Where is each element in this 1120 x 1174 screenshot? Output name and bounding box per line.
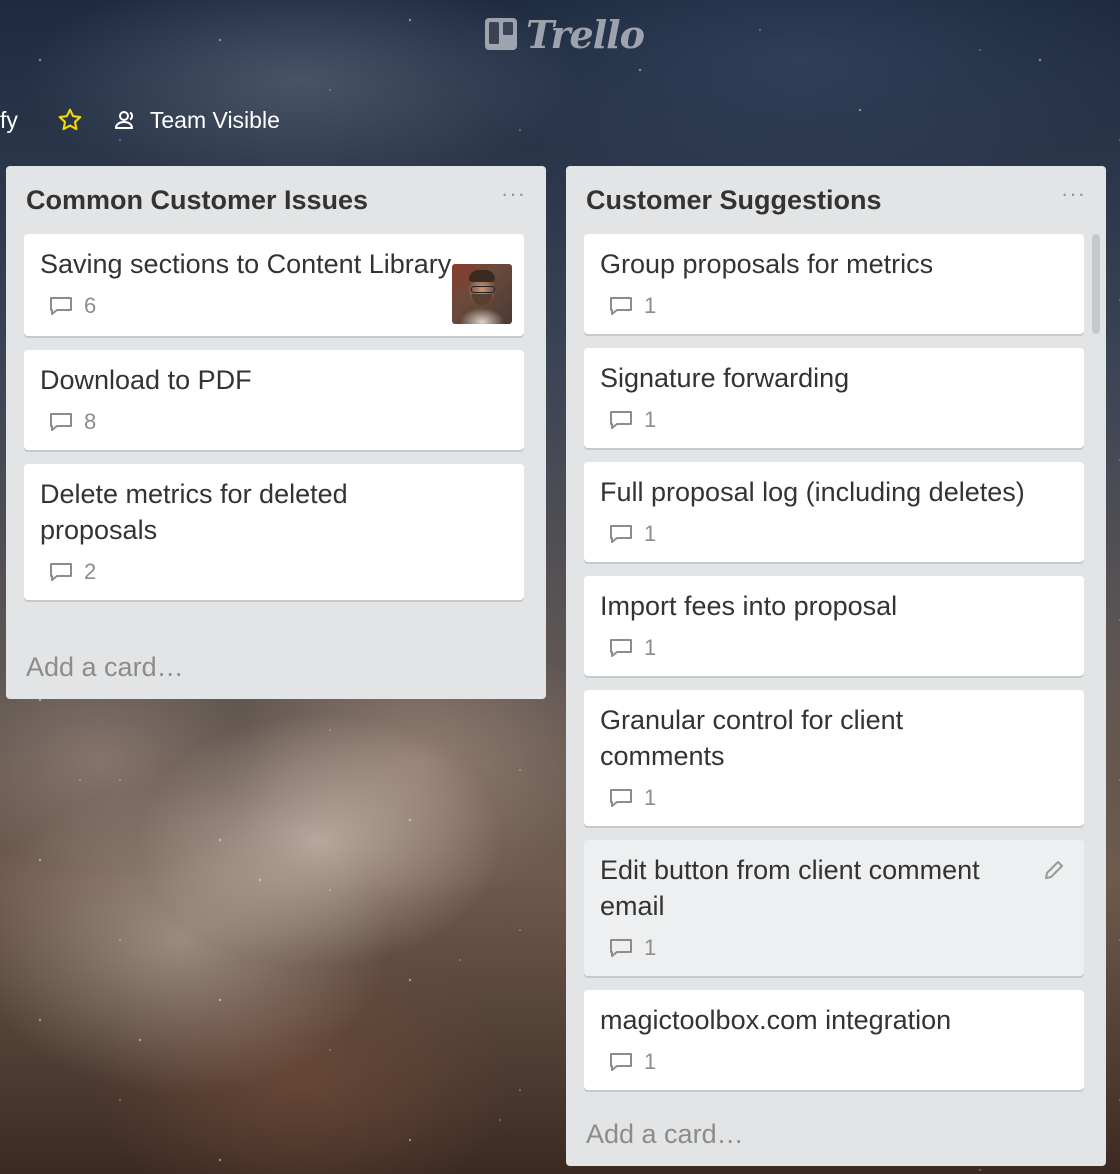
comment-count: 8 <box>84 409 97 434</box>
comment-count: 2 <box>84 559 97 584</box>
card-badges: 6 <box>40 292 508 320</box>
card-badges: 1 <box>600 520 1068 548</box>
card[interactable]: Download to PDF 8 <box>24 350 524 450</box>
logo-text: Trello <box>526 11 645 57</box>
comment-icon <box>50 413 72 431</box>
card-title: Import fees into proposal <box>600 591 898 621</box>
card-title: Edit button from client comment email <box>600 855 980 921</box>
comment-count: 1 <box>644 1049 657 1074</box>
card[interactable]: Edit button from client comment email 1 <box>584 840 1084 976</box>
trello-logo[interactable]: Trello <box>484 11 645 57</box>
card-title: Download to PDF <box>40 365 252 395</box>
card-badges: 2 <box>40 558 508 586</box>
list-title[interactable]: Customer Suggestions <box>586 185 882 216</box>
card[interactable]: Delete metrics for deleted proposals 2 <box>24 464 524 600</box>
comment-icon <box>610 639 632 657</box>
card-title: magictoolbox.com integration <box>600 1005 952 1035</box>
card-title: Delete metrics for deleted proposals <box>40 479 348 545</box>
card-badges: 1 <box>600 934 1068 962</box>
list-header: Common Customer Issues ··· <box>26 183 526 216</box>
comment-count: 6 <box>84 293 97 318</box>
list-common-customer-issues: Common Customer Issues ··· Saving sectio… <box>6 166 546 699</box>
avatar-hair <box>469 270 495 282</box>
avatar-glasses <box>471 286 495 293</box>
card[interactable]: Signature forwarding 1 <box>584 348 1084 448</box>
comment-icon <box>610 525 632 543</box>
comment-count: 1 <box>644 635 657 660</box>
comment-icon <box>610 789 632 807</box>
list-scrollbar[interactable] <box>1092 234 1100 334</box>
list-header: Customer Suggestions ··· <box>586 183 1086 216</box>
card-badges: 1 <box>600 1048 1068 1076</box>
card-title: Granular control for client comments <box>600 705 904 771</box>
comment-count: 1 <box>644 521 657 546</box>
comment-count: 1 <box>644 785 657 810</box>
card-list: Group proposals for metrics 1 Signature … <box>584 234 1084 1098</box>
star-button[interactable] <box>56 106 84 134</box>
comment-icon <box>610 939 632 957</box>
comment-count: 1 <box>644 293 657 318</box>
comment-icon <box>610 411 632 429</box>
comment-count: 1 <box>644 407 657 432</box>
list-customer-suggestions: Customer Suggestions ··· Group proposals… <box>566 166 1106 1166</box>
card-title: Signature forwarding <box>600 363 850 393</box>
card[interactable]: magictoolbox.com integration 1 <box>584 990 1084 1090</box>
card-title: Full proposal log (including deletes) <box>600 477 1025 507</box>
card[interactable]: Granular control for client comments 1 <box>584 690 1084 826</box>
card-badges: 1 <box>600 634 1068 662</box>
card-badges: 1 <box>600 784 1068 812</box>
card-badges: 1 <box>600 292 1068 320</box>
visibility-label: Team Visible <box>149 106 280 133</box>
comment-icon <box>50 563 72 581</box>
board-header: fy Team Visible <box>0 102 280 138</box>
comment-icon <box>610 297 632 315</box>
card-title: Saving sections to Content Library <box>40 249 452 279</box>
add-card-button[interactable]: Add a card… <box>26 652 184 683</box>
card-badges: 8 <box>40 408 508 436</box>
avatar-beard <box>472 294 492 306</box>
trello-board-icon <box>485 18 517 50</box>
comment-icon <box>50 297 72 315</box>
list-title[interactable]: Common Customer Issues <box>26 185 368 216</box>
card-title: Group proposals for metrics <box>600 249 934 279</box>
avatar[interactable] <box>452 264 512 324</box>
card[interactable]: Saving sections to Content Library 6 <box>24 234 524 336</box>
comment-count: 1 <box>644 935 657 960</box>
visibility-button[interactable]: Team Visible <box>114 107 280 134</box>
card-list: Saving sections to Content Library 6 Dow… <box>24 234 524 614</box>
star-icon <box>58 108 82 131</box>
list-menu-icon[interactable]: ··· <box>501 183 526 211</box>
add-card-button[interactable]: Add a card… <box>586 1119 744 1150</box>
comment-icon <box>610 1053 632 1071</box>
card[interactable]: Full proposal log (including deletes) 1 <box>584 462 1084 562</box>
card-badges: 1 <box>600 406 1068 434</box>
pencil-icon[interactable] <box>1042 858 1066 882</box>
card[interactable]: Group proposals for metrics 1 <box>584 234 1084 334</box>
list-menu-icon[interactable]: ··· <box>1061 183 1086 211</box>
card[interactable]: Import fees into proposal 1 <box>584 576 1084 676</box>
team-icon <box>114 111 133 129</box>
board-name[interactable]: fy <box>0 107 18 134</box>
